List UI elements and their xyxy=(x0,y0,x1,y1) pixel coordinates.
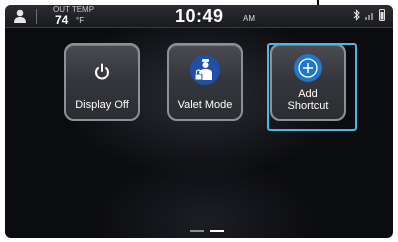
infotainment-screen: OUT TEMP 74 °F 10:49 AM Display Off Vale… xyxy=(5,5,393,238)
signal-icon xyxy=(365,13,373,20)
status-icons xyxy=(353,9,385,21)
temp-unit: °F xyxy=(76,16,85,25)
phone-battery-icon xyxy=(379,9,385,21)
page-indicator xyxy=(190,230,224,232)
display-off-shortcut[interactable]: Display Off xyxy=(64,43,140,121)
page-dot-2[interactable] xyxy=(210,230,224,232)
valet-mode-icon xyxy=(189,54,221,91)
bluetooth-icon xyxy=(353,9,360,21)
out-temp-value: 74 xyxy=(55,13,69,27)
highlight-frame xyxy=(267,43,357,131)
profile-button[interactable] xyxy=(5,5,35,27)
display-off-label: Display Off xyxy=(75,99,129,111)
profile-icon xyxy=(14,9,26,23)
clock-time: 10:49 xyxy=(175,6,224,26)
clock-ampm: AM xyxy=(243,14,255,23)
status-separator xyxy=(36,9,37,24)
page-dot-1[interactable] xyxy=(190,230,204,232)
power-icon xyxy=(93,63,111,86)
valet-mode-shortcut[interactable]: Valet Mode xyxy=(167,43,243,121)
valet-mode-label: Valet Mode xyxy=(177,99,233,111)
status-bar: OUT TEMP 74 °F 10:49 AM xyxy=(5,5,393,28)
